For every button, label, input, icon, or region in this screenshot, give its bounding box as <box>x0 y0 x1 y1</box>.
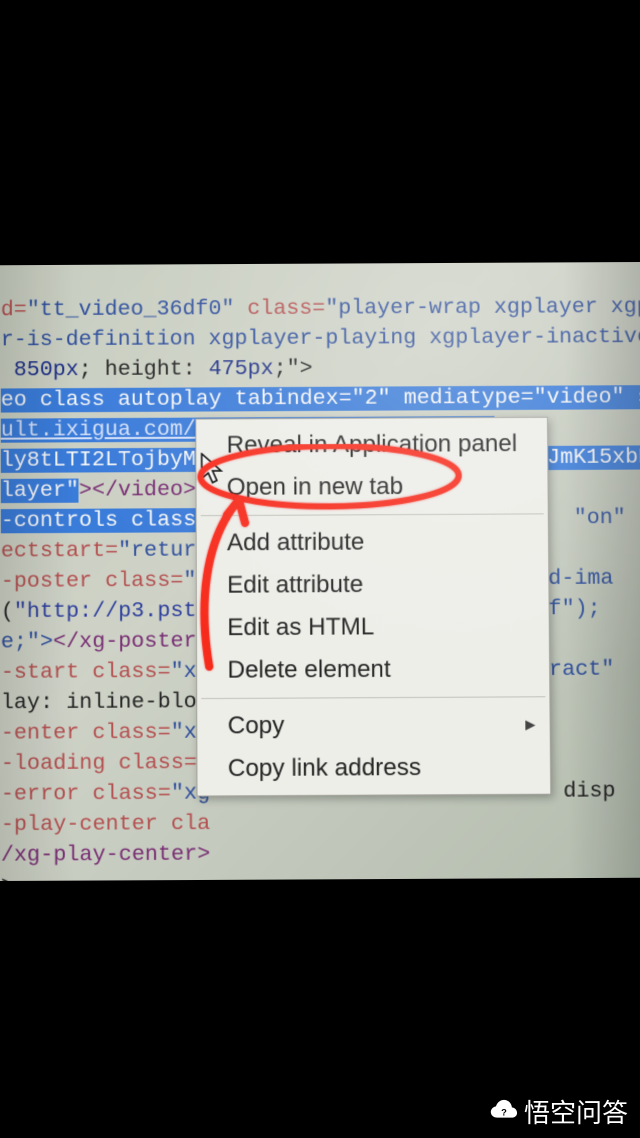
menu-copy-link-address[interactable]: Copy link address <box>197 746 550 791</box>
devtools-photo: d="tt_video_36df0" class="player-wrap xg… <box>0 262 640 881</box>
menu-separator <box>201 513 544 516</box>
src-line: -loading class= <box>1 751 197 776</box>
attr-val: "tt_video_36df0" <box>27 297 235 322</box>
attr-val: "player-wrap xgplayer xgpl <box>325 295 640 321</box>
menu-open-in-new-tab[interactable]: Open in new tab <box>196 465 547 509</box>
watermark: ? 悟空问答 <box>488 1093 628 1130</box>
menu-separator <box>201 696 545 699</box>
attr-name: class= <box>234 297 325 321</box>
src-line: d="tt_video_36df0" class="player-wrap xg… <box>1 295 640 322</box>
src-line: -enter class="xg <box>1 720 210 745</box>
svg-text:?: ? <box>501 1107 507 1117</box>
menu-delete-element[interactable]: Delete element <box>197 648 549 692</box>
menu-edit-as-html[interactable]: Edit as HTML <box>197 605 549 649</box>
watermark-text: 悟空问答 <box>524 1093 628 1130</box>
menu-copy[interactable]: Copy <box>197 703 550 747</box>
src-line: r-is-definition xgplayer-playing xgplaye… <box>1 325 640 353</box>
menu-add-attribute[interactable]: Add attribute <box>197 520 549 564</box>
context-menu: Reveal in Application panel Open in new … <box>195 417 551 797</box>
src-line: 850px; height: 475px;"> <box>1 357 313 383</box>
attr-name: d= <box>1 298 27 322</box>
screenshot-viewport: d="tt_video_36df0" class="player-wrap xg… <box>0 0 640 1138</box>
src-line: e;"></xg-poster> <box>1 629 210 654</box>
menu-reveal-in-application-panel[interactable]: Reveal in Application panel <box>196 423 547 467</box>
menu-edit-attribute[interactable]: Edit attribute <box>197 563 549 607</box>
src-line: -play-center cla <box>1 812 210 838</box>
src-line: > <box>1 874 14 881</box>
cursor-icon <box>200 453 226 487</box>
src-line: /xg-play-center> <box>1 842 210 868</box>
cloud-qa-icon: ? <box>488 1097 518 1127</box>
src-line: lay: inline-bloc <box>1 690 210 715</box>
src-line: ectstart="retur <box>1 538 196 563</box>
closing-tag: ></video> <box>79 478 196 503</box>
sel-bg-line: -controls class= <box>1 508 209 533</box>
